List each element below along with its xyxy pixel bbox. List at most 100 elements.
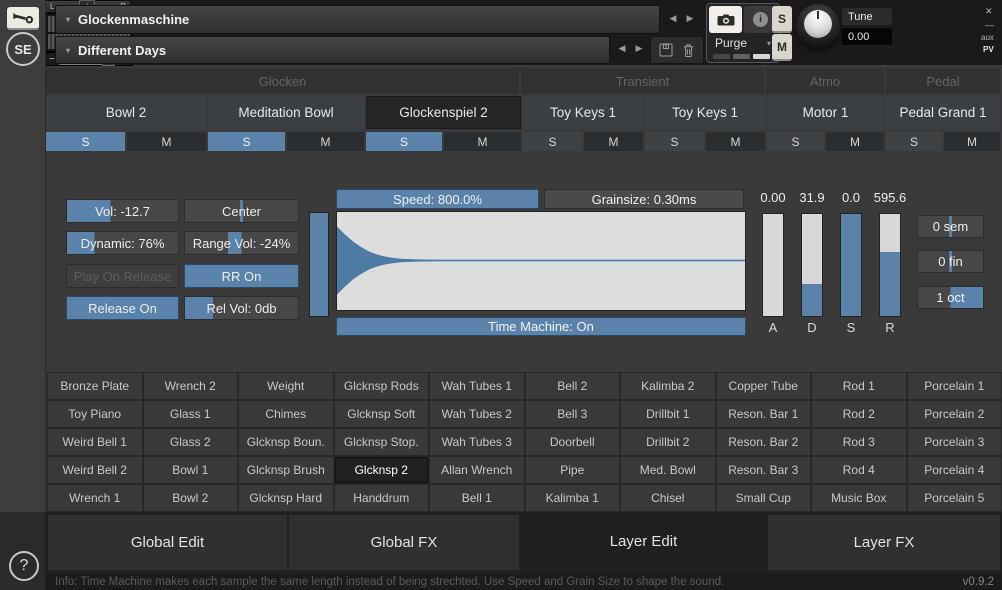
sample-cell[interactable]: Porcelain 3	[908, 429, 1002, 455]
control-rr[interactable]: RR On	[185, 265, 298, 287]
sample-cell[interactable]: Rod 3	[812, 429, 906, 455]
speed-slider[interactable]: Speed: 800.0%	[337, 190, 538, 208]
envelope-slider-s[interactable]	[841, 214, 861, 316]
sample-cell[interactable]: Allan Wrench	[430, 457, 524, 483]
sample-cell[interactable]: Weird Bell 2	[48, 457, 142, 483]
edit-mode-button[interactable]	[7, 7, 39, 30]
layer-tab[interactable]: Glockenspiel 2	[366, 96, 521, 129]
layer-solo-button[interactable]: S	[886, 132, 942, 151]
snapshot-camera-tab[interactable]	[709, 6, 742, 33]
pitch-0-sem[interactable]: 0 sem	[918, 216, 983, 237]
bottom-tab-global-edit[interactable]: Global Edit	[48, 515, 287, 570]
aux-button[interactable]: aux	[981, 33, 994, 42]
sample-cell[interactable]: Drillbit 1	[621, 401, 715, 427]
sample-cell[interactable]: Porcelain 5	[908, 485, 1002, 511]
sample-cell[interactable]: Reson. Bar 2	[717, 429, 811, 455]
sample-cell[interactable]: Bell 1	[430, 485, 524, 511]
sample-cell[interactable]: Glcknsp 2	[335, 457, 429, 483]
sample-cell[interactable]: Glcknsp Stop.	[335, 429, 429, 455]
layer-mute-button[interactable]: M	[706, 132, 765, 151]
sample-cell[interactable]: Wah Tubes 1	[430, 373, 524, 399]
mute-button[interactable]: M	[772, 34, 792, 61]
close-icon[interactable]: ✕	[985, 6, 993, 17]
save-icon[interactable]	[659, 43, 673, 57]
sample-cell[interactable]: Bell 3	[526, 401, 620, 427]
bottom-tab-global-fx[interactable]: Global FX	[289, 515, 519, 570]
sample-cell[interactable]: Glcknsp Hard	[239, 485, 333, 511]
layer-tab[interactable]: Motor 1	[767, 96, 884, 129]
layer-tab[interactable]: Toy Keys 1	[645, 96, 765, 129]
sample-cell[interactable]: Weird Bell 1	[48, 429, 142, 455]
sample-cell[interactable]: Small Cup	[717, 485, 811, 511]
control-range-vol[interactable]: Range Vol: -24%	[185, 232, 298, 254]
minimize-icon[interactable]: —	[985, 20, 994, 30]
envelope-slider-r[interactable]	[880, 214, 900, 316]
layer-solo-button[interactable]: S	[208, 132, 285, 151]
layer-mute-button[interactable]: M	[287, 132, 364, 151]
sample-cell[interactable]: Toy Piano	[48, 401, 142, 427]
layer-mute-button[interactable]: M	[826, 132, 884, 151]
control-play-on-release[interactable]: Play On Release	[67, 265, 178, 287]
next-snapshot-button[interactable]: ▶	[632, 41, 646, 56]
sample-cell[interactable]: Med. Bowl	[621, 457, 715, 483]
sample-cell[interactable]: Rod 2	[812, 401, 906, 427]
sample-cell[interactable]: Bowl 2	[144, 485, 238, 511]
layer-mute-button[interactable]: M	[444, 132, 521, 151]
sample-cell[interactable]: Glass 1	[144, 401, 238, 427]
sample-cell[interactable]: Rod 1	[812, 373, 906, 399]
bottom-tab-layer-fx[interactable]: Layer FX	[768, 515, 1000, 570]
sample-cell[interactable]: Kalimba 2	[621, 373, 715, 399]
volume-minus[interactable]: −	[49, 54, 55, 65]
prev-snapshot-button[interactable]: ◀	[615, 41, 629, 56]
layer-solo-button[interactable]: S	[366, 132, 442, 151]
sample-cell[interactable]: Pipe	[526, 457, 620, 483]
sample-cell[interactable]: Rod 4	[812, 457, 906, 483]
layer-tab[interactable]: Bowl 2	[46, 96, 206, 129]
sample-cell[interactable]: Weight	[239, 373, 333, 399]
sample-cell[interactable]: Music Box	[812, 485, 906, 511]
solo-button[interactable]: S	[772, 6, 792, 33]
layer-tab[interactable]: Pedal Grand 1	[886, 96, 1000, 129]
help-button[interactable]: ?	[9, 551, 39, 581]
layer-tab[interactable]: Meditation Bowl	[208, 96, 364, 129]
sample-cell[interactable]: Wah Tubes 2	[430, 401, 524, 427]
sample-cell[interactable]: Porcelain 1	[908, 373, 1002, 399]
pv-button[interactable]: PV	[983, 45, 994, 54]
sample-cell[interactable]: Drillbit 2	[621, 429, 715, 455]
layer-solo-button[interactable]: S	[523, 132, 582, 151]
layer-solo-button[interactable]: S	[645, 132, 704, 151]
sample-cell[interactable]: Glass 2	[144, 429, 238, 455]
sample-cell[interactable]: Chisel	[621, 485, 715, 511]
control-dynamic[interactable]: Dynamic: 76%	[67, 232, 178, 254]
sample-cell[interactable]: Reson. Bar 3	[717, 457, 811, 483]
snapshot-title-bar[interactable]: ▾ Different Days	[55, 36, 610, 64]
sample-cell[interactable]: Wah Tubes 3	[430, 429, 524, 455]
waveform-display[interactable]	[337, 212, 745, 310]
sample-cell[interactable]: Porcelain 2	[908, 401, 1002, 427]
grainsize-slider[interactable]: Grainsize: 0.30ms	[545, 190, 743, 208]
sample-cell[interactable]: Glcknsp Brush	[239, 457, 333, 483]
sample-cell[interactable]: Kalimba 1	[526, 485, 620, 511]
layer-mute-button[interactable]: M	[584, 132, 643, 151]
time-machine-toggle[interactable]: Time Machine: On	[337, 318, 745, 335]
sample-cell[interactable]: Glcknsp Soft	[335, 401, 429, 427]
envelope-slider-d[interactable]	[802, 214, 822, 316]
control-pan[interactable]: Center	[185, 200, 298, 222]
pitch-0-fin[interactable]: 0 fin	[918, 251, 983, 272]
chevron-down-icon[interactable]: ▾	[66, 15, 70, 24]
chevron-down-icon[interactable]: ▾	[66, 46, 70, 55]
sample-cell[interactable]: Copper Tube	[717, 373, 811, 399]
prev-instrument-button[interactable]: ◀	[666, 11, 680, 26]
control-rel-vol[interactable]: Rel Vol: 0db	[185, 297, 298, 319]
layer-solo-button[interactable]: S	[46, 132, 125, 151]
sample-cell[interactable]: Chimes	[239, 401, 333, 427]
layer-vertical-slider[interactable]	[310, 213, 328, 316]
sample-cell[interactable]: Glcknsp Rods	[335, 373, 429, 399]
control-release[interactable]: Release On	[67, 297, 178, 319]
sample-cell[interactable]: Porcelain 4	[908, 457, 1002, 483]
sample-cell[interactable]: Wrench 1	[48, 485, 142, 511]
sample-cell[interactable]: Bell 2	[526, 373, 620, 399]
sample-cell[interactable]: Reson. Bar 1	[717, 401, 811, 427]
sample-cell[interactable]: Wrench 2	[144, 373, 238, 399]
layer-tab[interactable]: Toy Keys 1	[523, 96, 643, 129]
